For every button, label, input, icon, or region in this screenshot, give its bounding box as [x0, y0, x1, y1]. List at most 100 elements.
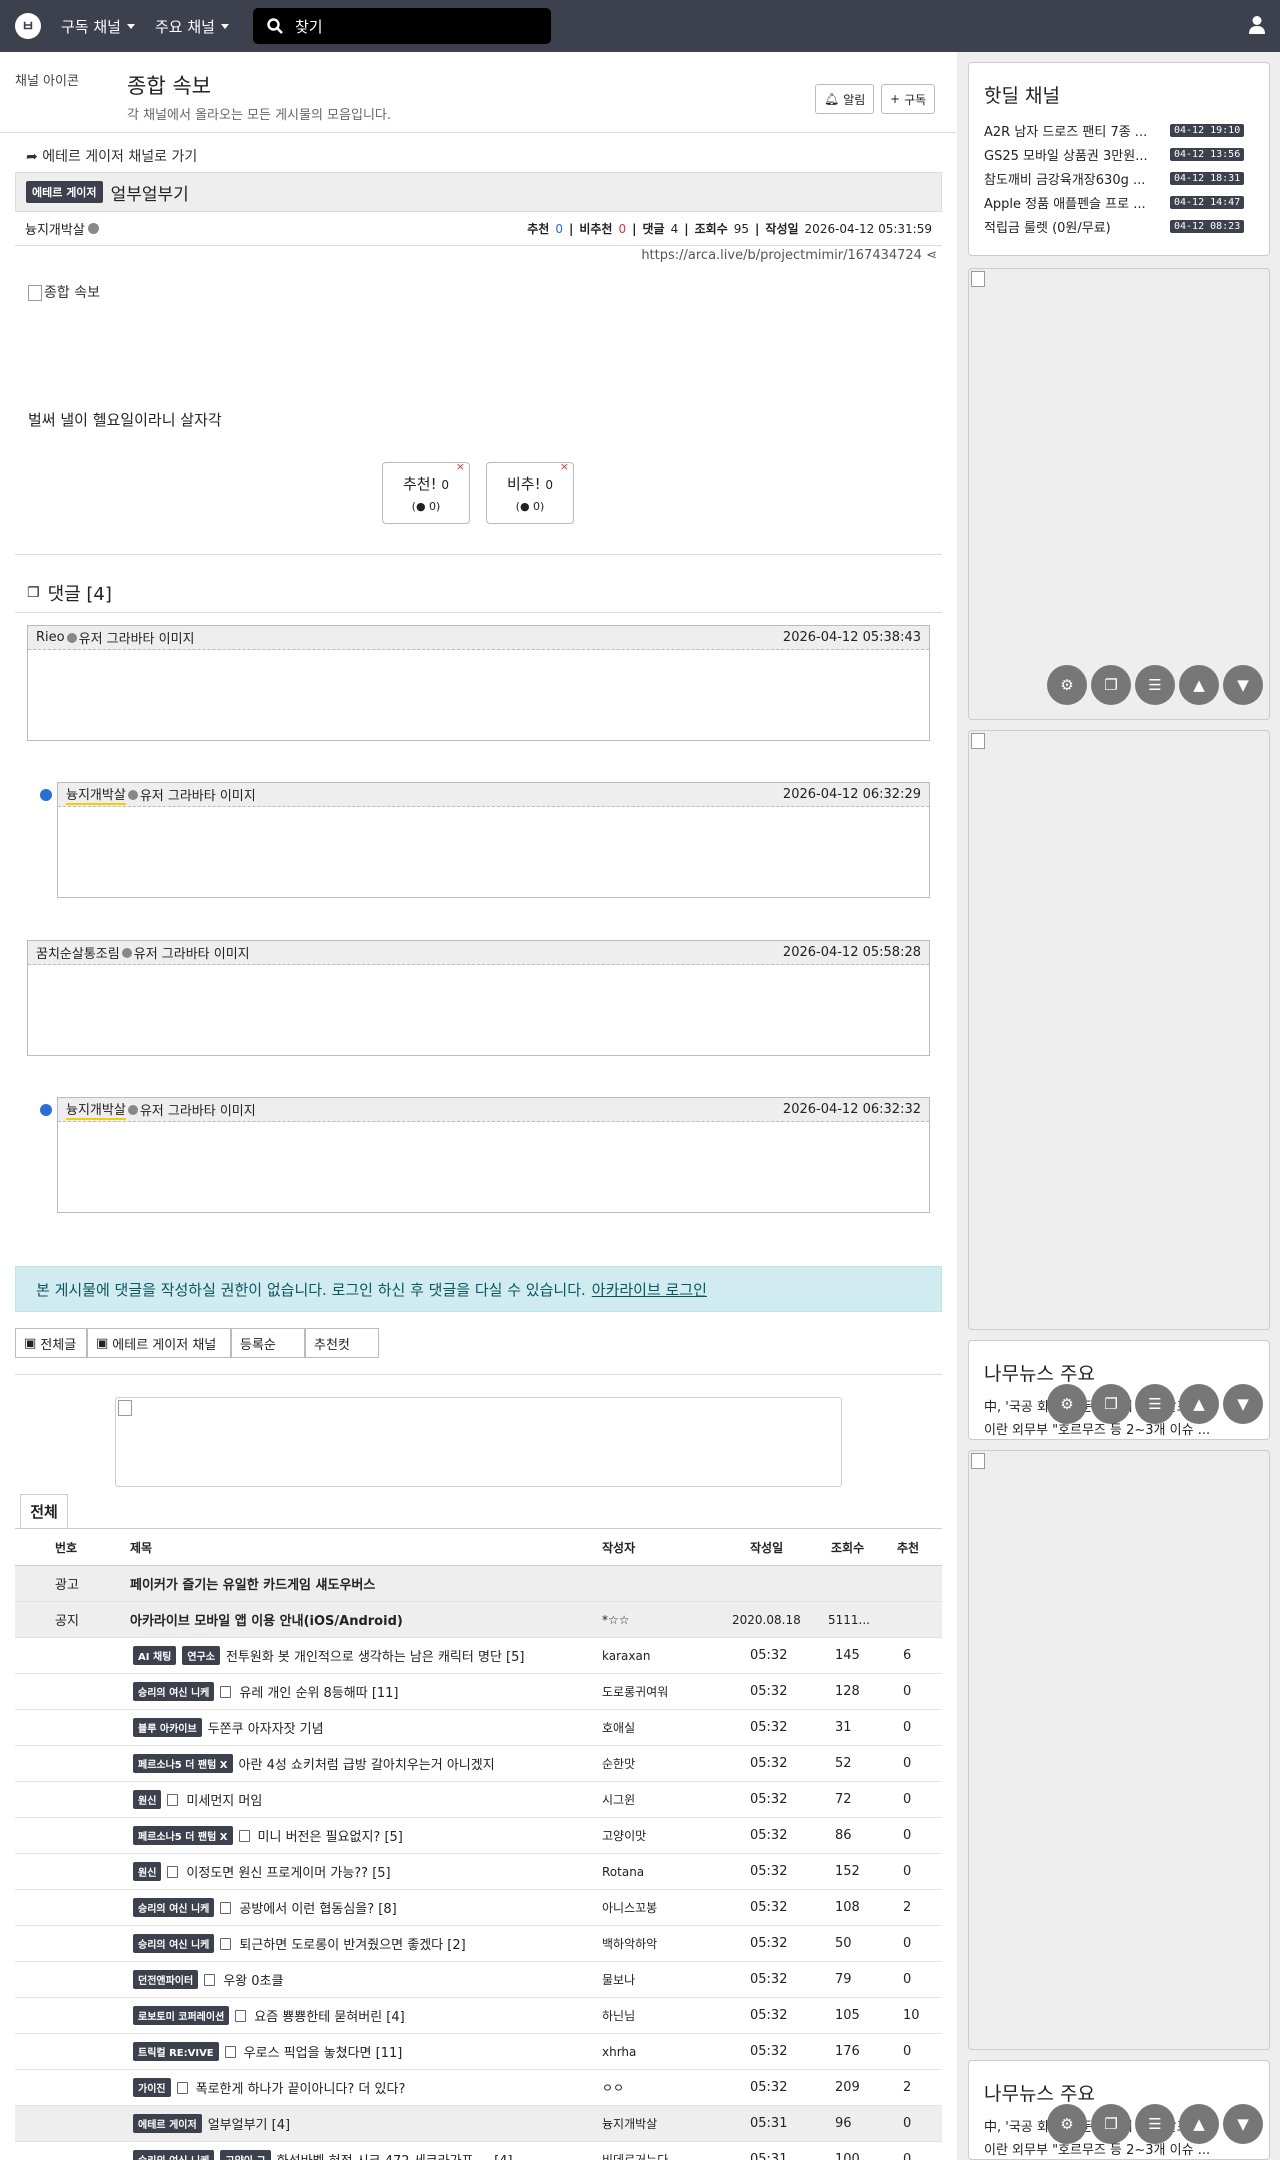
row-author[interactable]: 물보나 — [602, 1962, 635, 1997]
row-title[interactable]: 폭로한게 하나가 끝이아니다? 더 있다? — [196, 2078, 406, 2097]
main-channels-menu[interactable]: 주요 채널 — [155, 16, 229, 37]
hotdeal-title[interactable]: 핫딜 채널 — [969, 63, 1269, 108]
row-title-cell[interactable]: 원신 미세먼지 머임 — [133, 1782, 262, 1817]
row-title[interactable]: 아란 4성 쇼키처럼 급방 갈아치우는거 아니겠지 — [239, 1754, 495, 1773]
row-title-cell[interactable]: AI 채팅 연구소 전투원화 봇 개인적으로 생각하는 남은 캐릭터 명단 [5] — [133, 1638, 524, 1673]
category-badge[interactable]: 연구소 — [182, 1646, 220, 1665]
row-author[interactable]: 아니스꼬봉 — [602, 1890, 657, 1925]
row-title[interactable]: 퇴근하면 도로롱이 반겨줬으면 좋겠다 [2] — [239, 1934, 465, 1953]
category-badge[interactable]: 페르소나5 더 팬텀 X — [133, 1754, 233, 1773]
table-row[interactable]: 원신 이정도면 원신 프로게이머 가능?? [5] Rotana 05:32 152 0 — [15, 1854, 942, 1890]
category-badge[interactable]: 던전앤파이터 — [133, 1970, 199, 1989]
comment-author[interactable]: 꿈치순살통조림 — [36, 943, 120, 962]
row-author[interactable]: 순한맛 — [602, 1746, 635, 1781]
filter-all-posts[interactable]: ▣ 전체글 — [15, 1328, 87, 1358]
row-title[interactable]: 유레 개인 순위 8등해따 [11] — [239, 1682, 398, 1701]
row-author[interactable]: ㅇㅇ — [602, 2070, 624, 2105]
row-title[interactable]: 우왕 0초클 — [223, 1970, 283, 1989]
comment-author[interactable]: 늉지개박살 — [66, 1099, 126, 1120]
subscribe-button[interactable]: + 구독 — [881, 84, 936, 114]
hotdeal-item[interactable]: Apple 정품 애플펜슬 프로 ... 04-12 14:47 — [969, 190, 1269, 214]
row-title[interactable]: 페이커가 즐기는 유일한 카드게임 섀도우버스 — [130, 1566, 375, 1601]
row-title[interactable]: 미니 버전은 필요없지? [5] — [258, 1826, 403, 1845]
row-author[interactable]: 시그윈 — [602, 1782, 635, 1817]
row-title[interactable]: 얼부얼부기 [4] — [208, 2114, 290, 2133]
category-badge[interactable]: 페르소나5 더 팬텀 X — [133, 1826, 233, 1845]
hotdeal-item[interactable]: A2R 남자 드로즈 팬티 7종 ... 04-12 19:10 — [969, 118, 1269, 142]
comments-button[interactable]: ❐ — [1091, 2104, 1131, 2144]
ad-slot[interactable] — [968, 268, 1270, 720]
ad-slot[interactable] — [968, 730, 1270, 1330]
table-row-notice[interactable]: 광고 페이커가 즐기는 유일한 카드게임 섀도우버스 — [15, 1566, 942, 1602]
row-title-cell[interactable]: 승리의 여신 니케 고양이 그 화석바벨 혀적 시크 472 세코라가포 ... [… — [133, 2142, 513, 2160]
category-badge[interactable]: 원신 — [133, 1790, 162, 1809]
comments-button[interactable]: ❐ — [1091, 1384, 1131, 1424]
downvote-button[interactable]: × 비추! 0 (● 0) — [486, 460, 574, 524]
news-title[interactable]: 나무뉴스 주요 — [969, 2061, 1269, 2106]
row-title-cell[interactable]: 블루 아카이브 두쫀쿠 아자자잣 기념 — [133, 1710, 324, 1745]
post-url[interactable]: https://arca.live/b/projectmimir/1674347… — [641, 248, 937, 263]
site-logo-icon[interactable]: ㅂ — [15, 13, 41, 39]
row-author[interactable]: 도로롱귀여워 — [602, 1674, 668, 1709]
channel-title[interactable]: 종합 속보 — [127, 70, 211, 100]
list-button[interactable]: ☰ — [1135, 1384, 1175, 1424]
table-row[interactable]: 던전앤파이터 우왕 0초클 물보나 05:32 79 0 — [15, 1962, 942, 1998]
tab-all[interactable]: 전체 — [20, 1494, 68, 1528]
hotdeal-item[interactable]: GS25 모바일 상품권 3만원... 04-12 13:56 — [969, 142, 1269, 166]
post-author[interactable]: 늉지개박살 — [25, 219, 85, 238]
comments-button[interactable]: ❐ — [1091, 665, 1131, 705]
category-badge[interactable]: 승리의 여신 니케 — [133, 2150, 215, 2160]
table-row[interactable]: 로보토미 코퍼레이션 요즘 뿅뿅한테 묻혀버린 [4] 하닌님 05:32 105 10 — [15, 1998, 942, 2034]
row-author[interactable]: xhrha — [602, 2034, 636, 2069]
row-title-cell[interactable]: 페르소나5 더 팬텀 X 아란 4성 쇼키처럼 급방 갈아치우는거 아니겠지 — [133, 1746, 495, 1781]
row-author[interactable]: Rotana — [602, 1854, 644, 1889]
row-title[interactable]: 요즘 뿅뿅한테 묻혀버린 [4] — [254, 2006, 404, 2025]
table-row[interactable]: 승리의 여신 니케 퇴근하면 도로롱이 반겨줬으면 좋겠다 [2] 백하악하악 05:… — [15, 1926, 942, 1962]
row-title[interactable]: 두쫀쿠 아자자잣 기념 — [208, 1718, 324, 1737]
category-badge[interactable]: 원신 — [133, 1862, 162, 1881]
row-author[interactable]: 비데르거누다 — [602, 2142, 668, 2160]
scroll-down-button[interactable]: ▼ — [1223, 2104, 1263, 2144]
ad-slot[interactable] — [968, 1450, 1270, 2050]
comment-author[interactable]: Rieo — [36, 630, 65, 645]
scroll-down-button[interactable]: ▼ — [1223, 665, 1263, 705]
table-row[interactable]: 승리의 여신 니케 유레 개인 순위 8등해따 [11] 도로롱귀여워 05:32 12… — [15, 1674, 942, 1710]
row-title-cell[interactable]: 던전앤파이터 우왕 0초클 — [133, 1962, 283, 1997]
table-row[interactable]: 에테르 게이저 얼부얼부기 [4] 늉지개박살 05:31 96 0 — [15, 2106, 942, 2142]
scroll-up-button[interactable]: ▲ — [1179, 2104, 1219, 2144]
row-title-cell[interactable]: 승리의 여신 니케 유레 개인 순위 8등해따 [11] — [133, 1674, 399, 1709]
row-title[interactable]: 우로스 픽업을 놓쳤다면 [11] — [244, 2042, 403, 2061]
category-badge[interactable]: 트릭컬 RE:VIVE — [133, 2042, 219, 2061]
table-row[interactable]: 페르소나5 더 팬텀 X 미니 버전은 필요없지? [5] 고양이맛 05:32 86 0 — [15, 1818, 942, 1854]
filter-channel[interactable]: ▣ 에테르 게이저 채널 — [87, 1328, 231, 1358]
row-title-cell[interactable]: 승리의 여신 니케 공방에서 이런 협동심을? [8] — [133, 1890, 397, 1925]
sort-select[interactable]: 등록순 — [231, 1328, 305, 1358]
row-title[interactable]: 이정도면 원신 프로게이머 가능?? [5] — [186, 1862, 390, 1881]
table-row-notice[interactable]: 공지 아카라이브 모바일 앱 이용 안내(iOS/Android) *☆☆ 2020.… — [15, 1602, 942, 1638]
row-title-cell[interactable]: 승리의 여신 니케 퇴근하면 도로롱이 반겨줬으면 좋겠다 [2] — [133, 1926, 466, 1961]
row-title[interactable]: 아카라이브 모바일 앱 이용 안내(iOS/Android) — [130, 1602, 403, 1637]
hotdeal-item[interactable]: 적립금 룰렛 (0원/무료) 04-12 08:23 — [969, 214, 1269, 238]
row-author[interactable]: karaxan — [602, 1638, 650, 1673]
table-row[interactable]: 가이진 폭로한게 하나가 끝이아니다? 더 있다? ㅇㅇ 05:32 209 2 — [15, 2070, 942, 2106]
search-input[interactable]: 찾기 — [252, 8, 551, 44]
list-button[interactable]: ☰ — [1135, 2104, 1175, 2144]
row-title[interactable]: 전투원화 봇 개인적으로 생각하는 남은 캐릭터 명단 [5] — [226, 1646, 525, 1665]
table-row[interactable]: 승리의 여신 니케 공방에서 이런 협동심을? [8] 아니스꼬봉 05:32 108 2 — [15, 1890, 942, 1926]
login-link[interactable]: 아카라이브 로그인 — [592, 1279, 707, 1300]
category-badge[interactable]: AI 채팅 — [133, 1646, 177, 1665]
row-title-cell[interactable]: 원신 이정도면 원신 프로게이머 가능?? [5] — [133, 1854, 391, 1889]
row-title-cell[interactable]: 페르소나5 더 팬텀 X 미니 버전은 필요없지? [5] — [133, 1818, 403, 1853]
category-badge[interactable]: 고양이 그 — [220, 2150, 271, 2160]
ad-banner[interactable] — [115, 1397, 842, 1487]
subscribed-channels-menu[interactable]: 구독 채널 — [61, 16, 135, 37]
upvote-button[interactable]: × 추천! 0 (● 0) — [382, 460, 470, 524]
scroll-up-button[interactable]: ▲ — [1179, 1384, 1219, 1424]
back-to-channel-link[interactable]: ➦ 에테르 게이저 채널로 가기 — [26, 146, 197, 166]
table-row[interactable]: 트릭컬 RE:VIVE 우로스 픽업을 놓쳤다면 [11] xhrha 05:32 17… — [15, 2034, 942, 2070]
category-badge[interactable]: 에테르 게이저 — [133, 2114, 202, 2133]
settings-button[interactable]: ⚙ — [1047, 2104, 1087, 2144]
row-author[interactable]: 호애실 — [602, 1710, 635, 1745]
list-button[interactable]: ☰ — [1135, 665, 1175, 705]
category-badge[interactable]: 승리의 여신 니케 — [133, 1898, 215, 1917]
